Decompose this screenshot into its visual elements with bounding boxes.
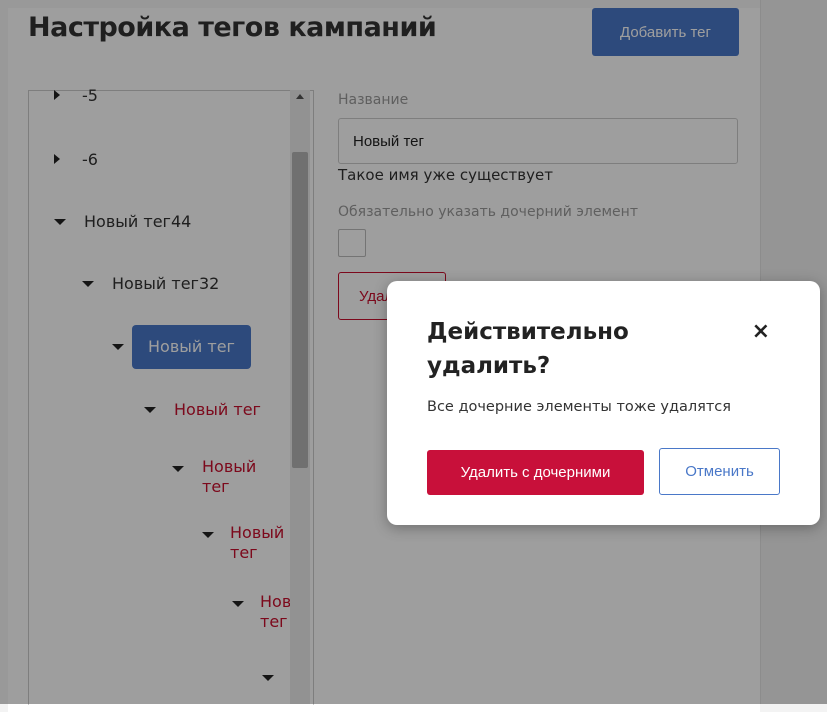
dialog-title: Действительно удалить?	[427, 319, 629, 379]
dialog-message: Все дочерние элементы тоже удалятся	[427, 399, 731, 415]
close-icon[interactable]: ×	[752, 319, 770, 344]
confirm-delete-dialog: Действительно удалить? × Все дочерние эл…	[387, 281, 820, 525]
cancel-button[interactable]: Отменить	[659, 448, 780, 495]
delete-with-children-button[interactable]: Удалить с дочерними	[427, 450, 644, 495]
